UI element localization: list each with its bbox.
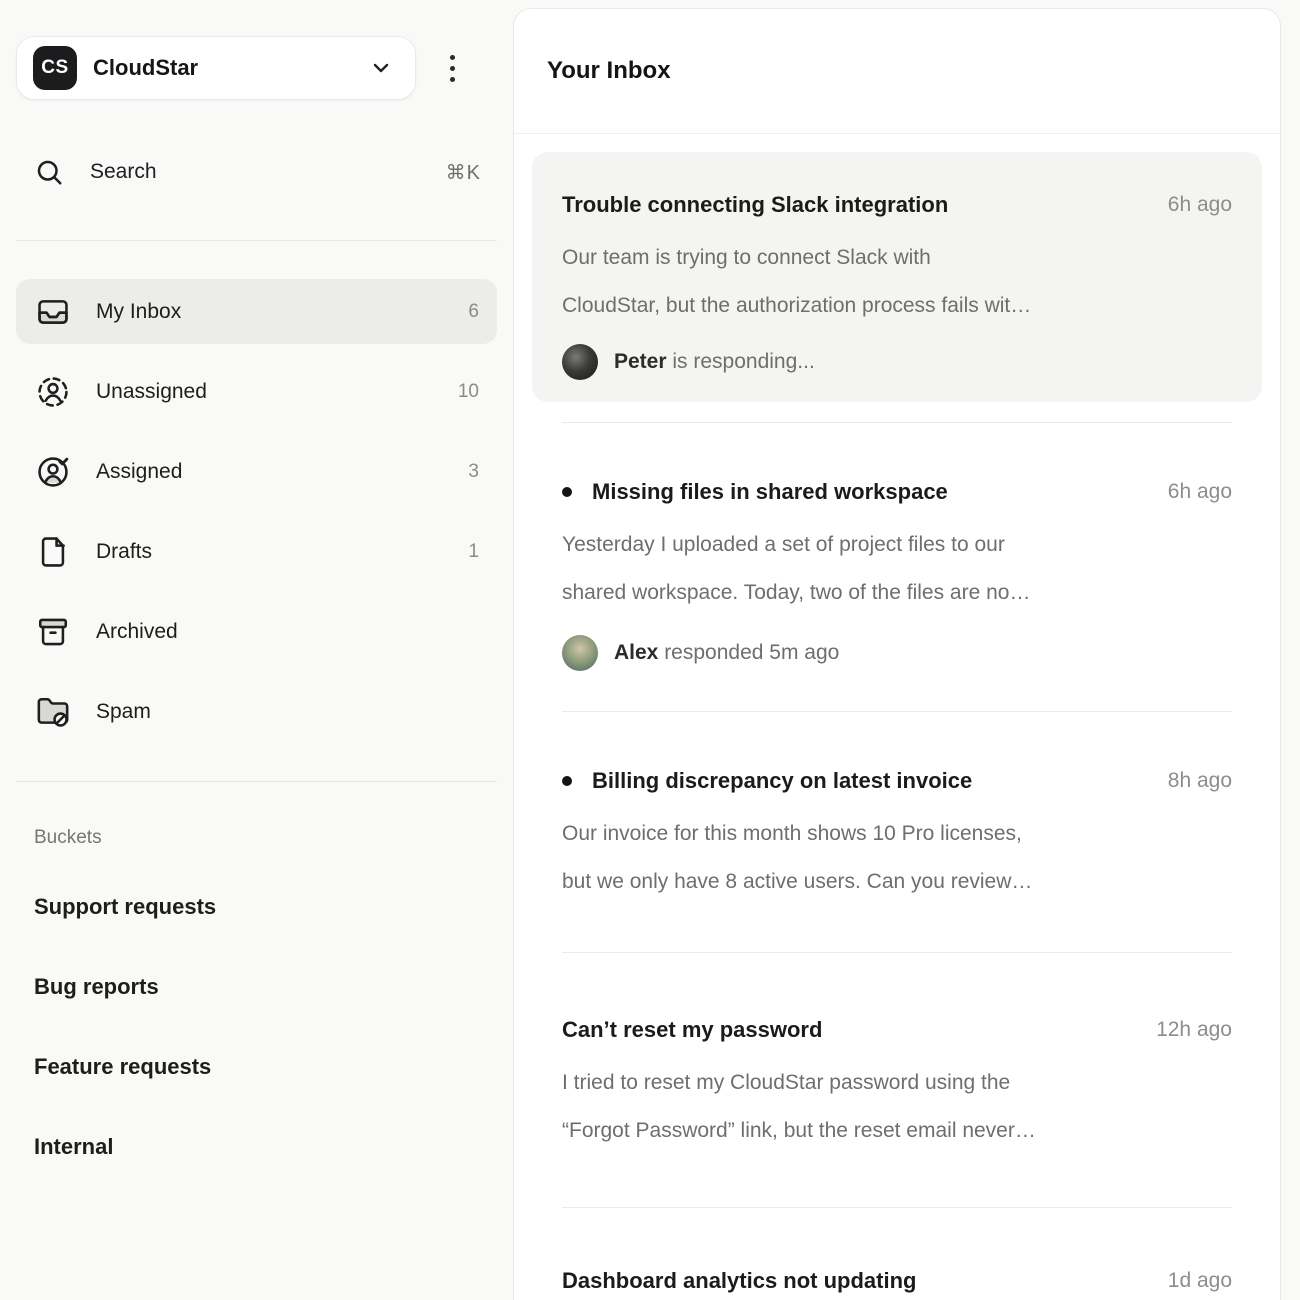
preview-line: “Forgot Password” link, but the reset em… xyxy=(562,1107,1232,1155)
preview-line: Our team is trying to connect Slack with xyxy=(562,234,1232,282)
sidebar: CS CloudStar Search ⌘K My Inbox 6 xyxy=(0,0,513,1300)
responder-text: Alex responded 5m ago xyxy=(614,641,839,665)
avatar xyxy=(562,344,598,380)
buckets-section-title: Buckets xyxy=(16,827,497,849)
conversation-time: 12h ago xyxy=(1136,1018,1232,1042)
bucket-label: Support requests xyxy=(34,894,216,920)
conversation-card-slack-integration[interactable]: Trouble connecting Slack integration 6h … xyxy=(532,152,1262,402)
conversation-preview: I tried to reset my CloudStar password u… xyxy=(562,1059,1232,1155)
sidebar-item-archived[interactable]: Archived xyxy=(16,599,497,664)
file-icon xyxy=(36,535,70,569)
sidebar-divider xyxy=(16,781,497,782)
conversation-time: 6h ago xyxy=(1148,193,1232,217)
page-title: Your Inbox xyxy=(547,57,671,85)
bucket-label: Feature requests xyxy=(34,1054,211,1080)
responder-text: Peter is responding... xyxy=(614,350,815,374)
conversation-list: Trouble connecting Slack integration 6h … xyxy=(514,134,1280,1296)
preview-line: but we only have 8 active users. Can you… xyxy=(562,858,1232,906)
sidebar-item-count: 1 xyxy=(468,541,479,563)
preview-line: I tried to reset my CloudStar password u… xyxy=(562,1059,1232,1107)
bucket-label: Bug reports xyxy=(34,974,159,1000)
preview-line: Yesterday I uploaded a set of project fi… xyxy=(562,521,1232,569)
sidebar-item-spam[interactable]: Spam xyxy=(16,679,497,744)
bucket-label: Internal xyxy=(34,1134,113,1160)
bucket-item-support-requests[interactable]: Support requests xyxy=(16,874,497,939)
responder-name: Alex xyxy=(614,641,658,664)
sidebar-item-count: 6 xyxy=(468,301,479,323)
conversation-title: Can’t reset my password xyxy=(562,1015,822,1045)
responder-status: Peter is responding... xyxy=(562,344,1232,380)
archive-box-icon xyxy=(36,615,70,649)
bucket-item-internal[interactable]: Internal xyxy=(16,1114,497,1179)
bucket-item-bug-reports[interactable]: Bug reports xyxy=(16,954,497,1019)
user-check-icon xyxy=(36,455,70,489)
conversation-items: Missing files in shared workspace 6h ago… xyxy=(532,422,1262,1296)
inbox-icon xyxy=(36,295,70,329)
sidebar-item-label: Unassigned xyxy=(96,380,207,404)
search-icon xyxy=(34,157,64,187)
inbox-panel: Your Inbox Trouble connecting Slack inte… xyxy=(513,8,1281,1300)
sidebar-item-unassigned[interactable]: Unassigned 10 xyxy=(16,359,497,424)
search-shortcut: ⌘K xyxy=(446,160,481,185)
unread-dot xyxy=(562,776,572,786)
buckets-list: Support requests Bug reports Feature req… xyxy=(16,874,497,1179)
search-label: Search xyxy=(90,160,157,184)
folder-blocked-icon xyxy=(36,695,70,729)
conversation-item-missing-files[interactable]: Missing files in shared workspace 6h ago… xyxy=(562,422,1232,711)
conversation-title: Dashboard analytics not updating xyxy=(562,1266,916,1296)
bucket-item-feature-requests[interactable]: Feature requests xyxy=(16,1034,497,1099)
conversation-title-row: Can’t reset my password 12h ago xyxy=(562,1015,1232,1045)
sidebar-item-label: My Inbox xyxy=(96,300,181,324)
responder-status: Alex responded 5m ago xyxy=(562,635,1232,671)
workspace-topbar: CS CloudStar xyxy=(16,36,497,100)
sidebar-item-label: Archived xyxy=(96,620,178,644)
conversation-title-row: Missing files in shared workspace 6h ago xyxy=(562,477,1232,507)
responder-action: is responding... xyxy=(667,350,815,373)
sidebar-item-label: Assigned xyxy=(96,460,182,484)
conversation-item-dashboard-analytics[interactable]: Dashboard analytics not updating 1d ago xyxy=(562,1207,1232,1296)
conversation-title-row: Billing discrepancy on latest invoice 8h… xyxy=(562,766,1232,796)
workspace-logo: CS xyxy=(33,46,77,90)
preview-line: shared workspace. Today, two of the file… xyxy=(562,569,1232,617)
sidebar-item-assigned[interactable]: Assigned 3 xyxy=(16,439,497,504)
conversation-preview: Our invoice for this month shows 10 Pro … xyxy=(562,810,1232,906)
unread-dot xyxy=(562,487,572,497)
responder-action: responded 5m ago xyxy=(658,641,839,664)
chevron-down-icon xyxy=(369,56,393,80)
conversation-preview: Our team is trying to connect Slack with… xyxy=(562,234,1232,330)
sidebar-item-label: Drafts xyxy=(96,540,152,564)
sidebar-divider xyxy=(16,240,497,241)
conversation-title-row: Dashboard analytics not updating 1d ago xyxy=(562,1266,1232,1296)
workspace-name: CloudStar xyxy=(93,55,198,81)
conversation-time: 6h ago xyxy=(1148,480,1232,504)
conversation-title: Missing files in shared workspace xyxy=(592,477,948,507)
sidebar-item-count: 3 xyxy=(468,461,479,483)
conversation-item-password-reset[interactable]: Can’t reset my password 12h ago I tried … xyxy=(562,952,1232,1207)
user-dashed-icon xyxy=(36,375,70,409)
sidebar-item-drafts[interactable]: Drafts 1 xyxy=(16,519,497,584)
preview-line: CloudStar, but the authorization process… xyxy=(562,282,1232,330)
sidebar-nav: My Inbox 6 Unassigned 10 xyxy=(16,279,497,744)
preview-line: Our invoice for this month shows 10 Pro … xyxy=(562,810,1232,858)
conversation-preview: Yesterday I uploaded a set of project fi… xyxy=(562,521,1232,617)
conversation-time: 1d ago xyxy=(1148,1269,1232,1293)
sidebar-item-count: 10 xyxy=(458,381,479,403)
inbox-header: Your Inbox xyxy=(514,9,1280,134)
conversation-title-row: Trouble connecting Slack integration 6h … xyxy=(562,190,1232,220)
conversation-time: 8h ago xyxy=(1148,769,1232,793)
search-button[interactable]: Search ⌘K xyxy=(16,148,497,196)
sidebar-item-my-inbox[interactable]: My Inbox 6 xyxy=(16,279,497,344)
conversation-title: Billing discrepancy on latest invoice xyxy=(592,766,972,796)
conversation-item-billing-discrepancy[interactable]: Billing discrepancy on latest invoice 8h… xyxy=(562,711,1232,952)
more-options-button[interactable] xyxy=(444,49,461,88)
conversation-title: Trouble connecting Slack integration xyxy=(562,190,948,220)
sidebar-item-label: Spam xyxy=(96,700,151,724)
responder-name: Peter xyxy=(614,350,667,373)
workspace-switcher[interactable]: CS CloudStar xyxy=(16,36,416,100)
avatar xyxy=(562,635,598,671)
